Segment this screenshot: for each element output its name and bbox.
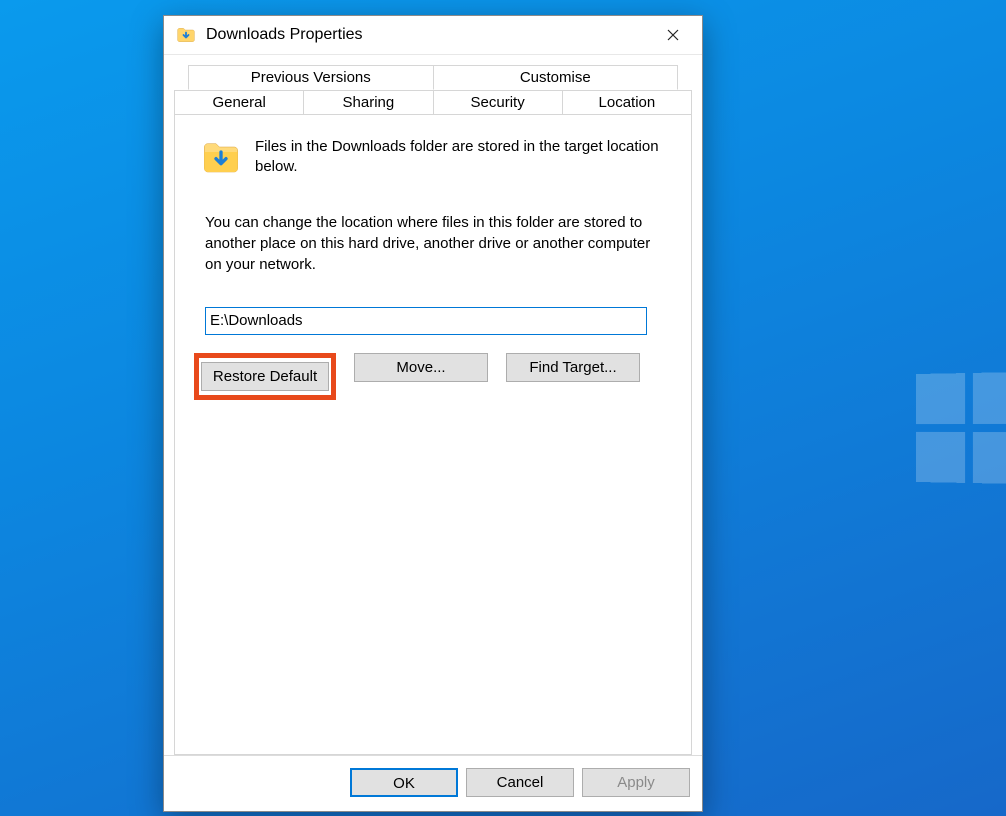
move-button[interactable]: Move... — [354, 353, 488, 382]
window-title: Downloads Properties — [206, 26, 650, 44]
restore-default-button[interactable]: Restore Default — [201, 362, 329, 391]
tab-panel-location: Files in the Downloads folder are stored… — [174, 115, 692, 755]
close-icon — [667, 29, 679, 41]
tab-general[interactable]: General — [174, 90, 304, 115]
downloads-large-icon — [201, 137, 241, 177]
close-button[interactable] — [650, 20, 696, 50]
tab-previous-versions[interactable]: Previous Versions — [188, 65, 434, 90]
windows-logo — [916, 372, 1006, 484]
tab-location[interactable]: Location — [563, 90, 692, 115]
title-bar[interactable]: Downloads Properties — [164, 16, 702, 55]
tab-customise[interactable]: Customise — [434, 65, 679, 90]
apply-button[interactable]: Apply — [582, 768, 690, 797]
cancel-button[interactable]: Cancel — [466, 768, 574, 797]
highlight-annotation: Restore Default — [194, 353, 336, 400]
tab-security[interactable]: Security — [434, 90, 563, 115]
intro-text: Files in the Downloads folder are stored… — [255, 137, 665, 178]
downloads-folder-icon — [176, 25, 196, 45]
ok-button[interactable]: OK — [350, 768, 458, 797]
tab-sharing[interactable]: Sharing — [304, 90, 433, 115]
find-target-button[interactable]: Find Target... — [506, 353, 640, 382]
location-path-input[interactable] — [205, 307, 647, 335]
description-text: You can change the location where files … — [205, 212, 665, 275]
properties-dialog: Downloads Properties Previous Versions C… — [163, 15, 703, 812]
tab-strip: Previous Versions Customise General Shar… — [174, 65, 692, 115]
dialog-button-row: OK Cancel Apply — [164, 755, 702, 811]
